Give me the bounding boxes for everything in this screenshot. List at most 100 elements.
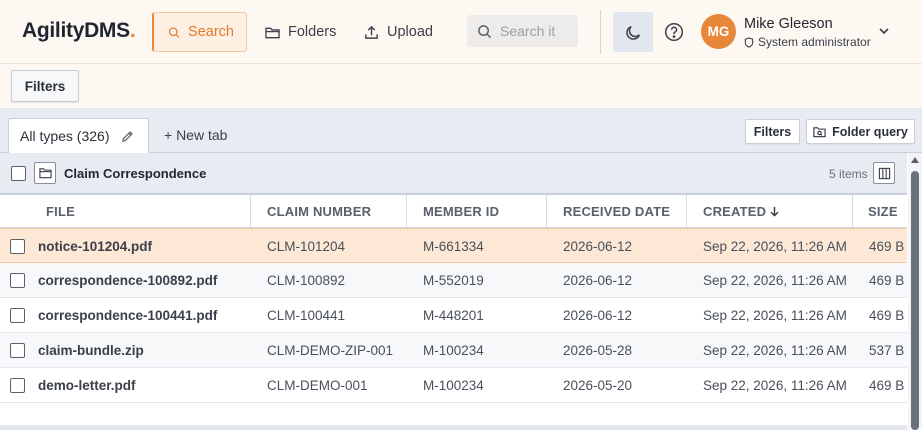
scroll-thumb[interactable] [911,171,919,430]
row-checkbox[interactable] [10,343,25,358]
filters-button[interactable]: Filters [11,70,79,102]
documents-table: FILE CLAIM NUMBER MEMBER ID RECEIVED DAT… [0,195,907,403]
folder-query-label: Folder query [832,124,908,139]
cell-file[interactable]: claim-bundle.zip [38,333,144,368]
select-all-checkbox[interactable] [11,166,26,181]
filter-bar: Filters [0,64,922,109]
help-button[interactable] [660,18,688,46]
folder-icon [265,27,280,38]
user-name[interactable]: Mike Gleeson [744,16,833,32]
avatar[interactable]: MG [701,14,736,49]
column-resize-handle[interactable] [546,195,547,228]
cell-claim-number: CLM-100892 [267,273,346,288]
nav-upload-button[interactable]: Upload [352,12,445,52]
folder-header: Claim Correspondence 5 items [0,153,907,195]
nav-search-button[interactable]: Search [152,12,247,52]
cell-file[interactable]: demo-letter.pdf [38,368,136,403]
column-resize-handle[interactable] [406,195,407,228]
results-filters-label: Filters [753,124,792,139]
cell-created: Sep 22, 2026, 11:26 AM [703,239,847,254]
table-row[interactable]: notice-101204.pdf CLM-101204 M-661334 20… [0,228,907,263]
row-checkbox[interactable] [10,378,25,393]
pencil-icon[interactable] [121,130,134,143]
cell-created: Sep 22, 2026, 11:26 AM [703,378,847,393]
table-row[interactable]: demo-letter.pdf CLM-DEMO-001 M-100234 20… [0,368,907,403]
theme-toggle-button[interactable] [613,12,653,52]
cell-member-id: M-448201 [423,308,484,323]
nav-search-label: Search [188,24,234,40]
results-tabs: All types (326) + New tab Filters Folder… [0,109,922,153]
cell-member-id: M-552019 [423,273,484,288]
column-header-file[interactable]: FILE [46,195,75,228]
app-logo[interactable]: AgilityDMS. [22,19,136,43]
moon-icon [625,25,640,40]
user-role-label: System administrator [758,35,871,49]
global-search[interactable] [467,15,578,47]
cell-claim-number: CLM-100441 [267,308,346,323]
cell-file[interactable]: notice-101204.pdf [38,229,152,264]
user-role: System administrator [744,35,871,49]
column-header-member-id[interactable]: MEMBER ID [423,195,499,228]
folder-icon [38,168,52,179]
cell-member-id: M-100234 [423,343,484,358]
cell-size: 469 B [869,239,905,254]
column-resize-handle[interactable] [852,195,853,228]
column-resize-handle[interactable] [686,195,687,228]
help-icon [664,22,684,42]
cell-received-date: 2026-06-12 [563,308,633,323]
cell-size: 469 B [869,273,905,288]
arrow-down-icon [770,206,779,217]
cell-created: Sep 22, 2026, 11:26 AM [703,343,847,358]
horizontal-scrollbar[interactable] [0,425,907,430]
cell-member-id: M-661334 [423,239,484,254]
upload-icon [365,25,378,39]
folder-search-icon [813,126,826,137]
columns-button[interactable] [873,162,895,184]
cell-member-id: M-100234 [423,378,484,393]
cell-size: 469 B [869,378,905,393]
column-header-size[interactable]: SIZE [868,195,898,228]
tab-all-types-label: All types (326) [20,128,110,144]
cell-received-date: 2026-06-12 [563,239,633,254]
scroll-up-arrow[interactable] [911,157,919,163]
column-header-created[interactable]: CREATED [703,195,780,228]
column-header-claim-number[interactable]: CLAIM NUMBER [267,195,371,228]
nav-folders-button[interactable]: Folders [253,12,348,52]
results-filters-button[interactable]: Filters [745,119,800,144]
global-search-input[interactable] [500,23,570,39]
column-header-created-label: CREATED [703,204,767,219]
table-row[interactable]: correspondence-100892.pdf CLM-100892 M-5… [0,263,907,298]
column-resize-handle[interactable] [250,195,251,228]
cell-file[interactable]: correspondence-100892.pdf [38,263,217,298]
app-header: AgilityDMS. Search Folders Upload MG Mik… [0,0,922,64]
row-checkbox[interactable] [10,308,25,323]
table-row[interactable]: correspondence-100441.pdf CLM-100441 M-4… [0,298,907,333]
item-count: 5 items [829,167,868,181]
folder-query-button[interactable]: Folder query [806,119,915,144]
columns-icon [878,167,890,179]
header-divider [600,10,601,54]
cell-received-date: 2026-05-20 [563,378,633,393]
folder-button[interactable] [34,162,56,184]
table-header: FILE CLAIM NUMBER MEMBER ID RECEIVED DAT… [0,195,907,228]
folder-name: Claim Correspondence [64,166,207,181]
cell-file[interactable]: correspondence-100441.pdf [38,298,217,333]
table-scrollbar[interactable] [908,153,922,430]
nav-folders-label: Folders [288,24,337,40]
cell-size: 469 B [869,308,905,323]
row-checkbox[interactable] [10,239,25,254]
shield-icon [744,36,754,48]
cell-received-date: 2026-05-28 [563,343,633,358]
cell-created: Sep 22, 2026, 11:26 AM [703,308,847,323]
row-checkbox[interactable] [10,273,25,288]
cell-claim-number: CLM-101204 [267,239,346,254]
nav-upload-label: Upload [387,24,433,40]
new-tab-button[interactable]: + New tab [164,127,227,143]
cell-claim-number: CLM-DEMO-ZIP-001 [267,343,394,358]
table-row[interactable]: claim-bundle.zip CLM-DEMO-ZIP-001 M-1002… [0,333,907,368]
chevron-down-icon[interactable] [877,24,891,38]
cell-created: Sep 22, 2026, 11:26 AM [703,273,847,288]
cell-received-date: 2026-06-12 [563,273,633,288]
tab-all-types[interactable]: All types (326) [8,118,149,153]
column-header-received-date[interactable]: RECEIVED DATE [563,195,670,228]
